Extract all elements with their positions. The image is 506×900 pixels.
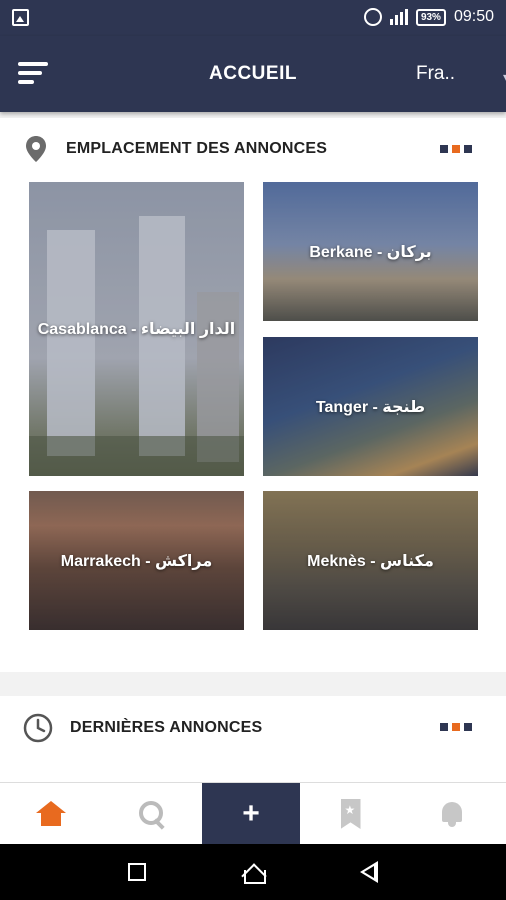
city-label: Meknès - مكناس — [307, 552, 434, 570]
nav-favorites[interactable]: ★ — [300, 783, 401, 845]
battery-icon: 93% — [415, 8, 446, 26]
bell-icon — [439, 800, 465, 828]
plus-icon: + — [242, 797, 260, 830]
system-nav-bar — [0, 844, 506, 900]
city-label: Berkane - بركان — [309, 243, 432, 261]
nav-notifications[interactable] — [401, 783, 502, 845]
clock: 09:50 — [453, 8, 494, 25]
home-icon — [35, 801, 66, 827]
language-selector[interactable]: Fra.. — [416, 63, 455, 85]
image-notification-icon — [12, 9, 29, 26]
app-bar: ACCUEIL Fra.. ▾ — [0, 36, 506, 112]
city-label: Marrakech - مراكش — [60, 552, 213, 570]
dot — [452, 145, 460, 153]
recent-apps-icon[interactable] — [128, 863, 146, 881]
city-label: Casablanca - الدار البيضاء — [37, 321, 236, 338]
nav-home[interactable] — [0, 783, 101, 845]
bookmark-icon: ★ — [340, 799, 361, 829]
section-title: DERNIÈRES ANNONCES — [70, 719, 263, 736]
dot — [440, 723, 448, 731]
back-icon[interactable] — [360, 861, 378, 883]
city-tile-casablanca[interactable]: Casablanca - الدار البيضاء — [29, 182, 244, 476]
section-header: DERNIÈRES ANNONCES — [22, 712, 262, 744]
dot — [464, 723, 472, 731]
search-icon — [138, 801, 165, 827]
section-dots — [440, 723, 472, 731]
city-tile-berkane[interactable]: Berkane - بركان — [263, 182, 478, 321]
signal-icon — [389, 9, 408, 25]
dot — [440, 145, 448, 153]
clock-icon — [23, 713, 53, 743]
nav-search[interactable] — [101, 783, 202, 845]
section-dots — [440, 145, 472, 153]
status-icons: 93% 09:50 — [363, 8, 494, 26]
nav-add-button[interactable]: + — [202, 783, 300, 845]
dot — [452, 723, 460, 731]
city-tile-meknes[interactable]: Meknès - مكناس — [263, 491, 478, 630]
alarm-icon — [363, 8, 382, 26]
section-title: EMPLACEMENT DES ANNONCES — [66, 140, 328, 157]
home-system-icon[interactable] — [242, 861, 266, 884]
section-header: EMPLACEMENT DES ANNONCES — [22, 134, 327, 164]
city-label: Tanger - طنجة — [315, 398, 426, 416]
location-pin-icon — [26, 136, 46, 162]
locations-section: EMPLACEMENT DES ANNONCES Casablanca - ال… — [0, 118, 506, 672]
bottom-nav: + ★ — [0, 782, 506, 845]
dot — [464, 145, 472, 153]
latest-section: DERNIÈRES ANNONCES — [0, 696, 506, 786]
status-bar: 93% 09:50 — [0, 0, 506, 36]
city-tile-marrakech[interactable]: Marrakech - مراكش — [29, 491, 244, 630]
city-tile-tanger[interactable]: Tanger - طنجة — [263, 337, 478, 476]
